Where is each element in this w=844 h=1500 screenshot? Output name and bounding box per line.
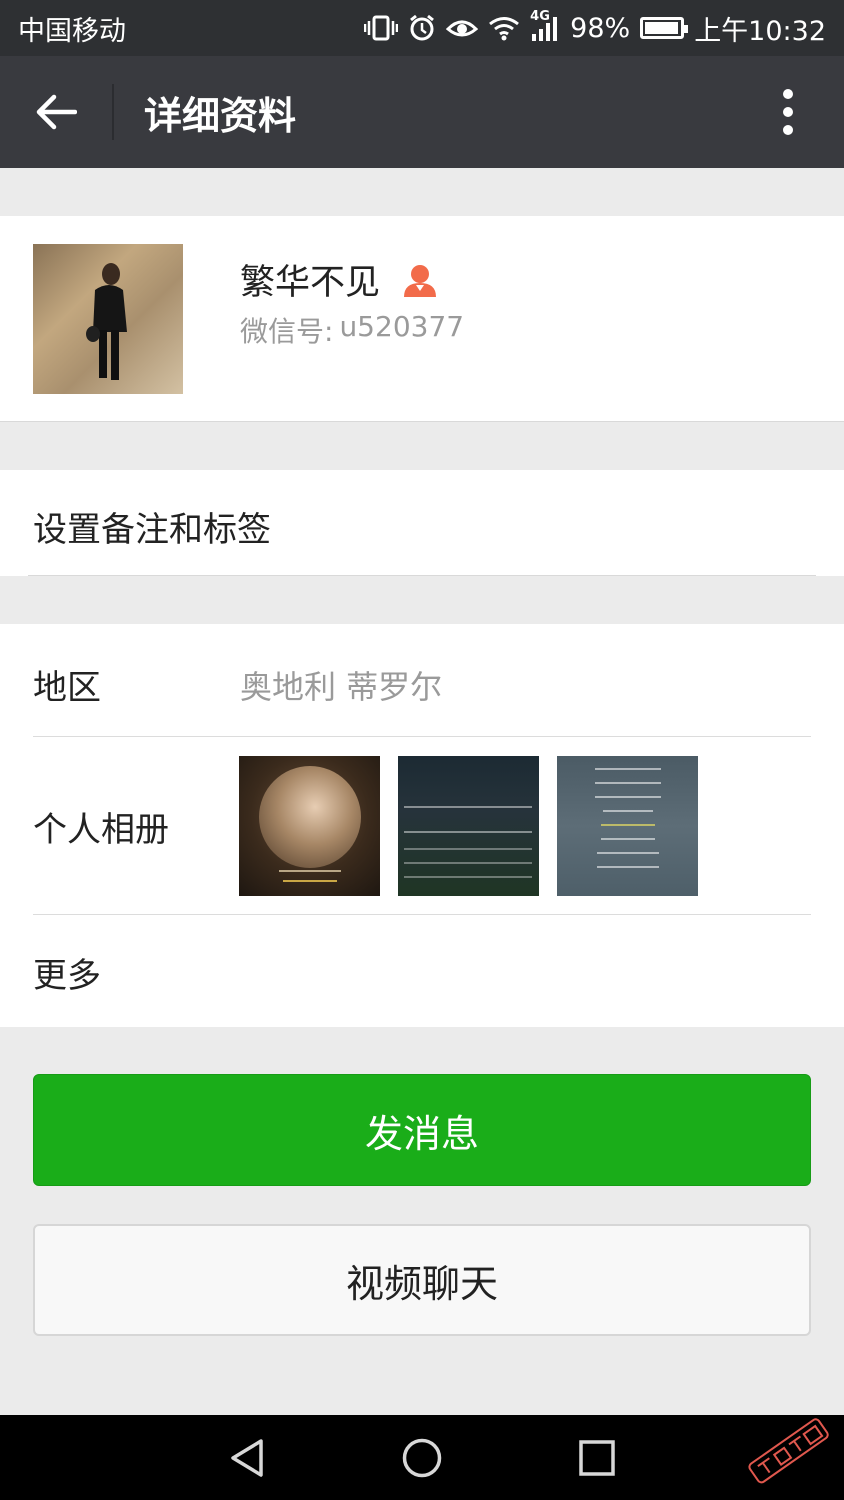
photo-text-line <box>404 831 532 833</box>
video-chat-button[interactable]: 视频聊天 <box>33 1224 811 1336</box>
wechat-id: 微信号: u520377 <box>240 310 464 350</box>
carrier-name: 中国移动 <box>18 15 126 47</box>
region-row: 地区 奥地利 蒂罗尔 <box>0 624 844 736</box>
more-row[interactable]: 更多 <box>0 914 844 1027</box>
photo-text-line <box>404 862 532 864</box>
status-icons: 4G 98% 上午10:32 <box>364 9 826 48</box>
alarm-icon <box>408 13 436 43</box>
circle-home-icon <box>402 1438 442 1477</box>
wechat-id-value: u520377 <box>339 310 465 343</box>
more-options-button[interactable] <box>732 56 844 168</box>
photo-text-line <box>603 810 653 812</box>
back-button[interactable] <box>0 56 112 168</box>
battery-icon <box>640 17 689 39</box>
details-list: 地区 奥地利 蒂罗尔 个人相册 更多 <box>0 624 844 1027</box>
battery-percent: 98% <box>570 12 631 44</box>
photo-text-line <box>595 796 661 798</box>
network-type: 4G <box>530 9 550 24</box>
page-title: 详细资料 <box>144 93 297 138</box>
avatar-figure <box>86 263 127 380</box>
photo-caption-line <box>279 870 341 872</box>
album-photo[interactable] <box>239 756 380 896</box>
arrow-left-icon <box>36 94 77 130</box>
more-label: 更多 <box>33 956 101 996</box>
battery-fill <box>645 22 679 34</box>
more-vertical-icon <box>783 89 793 135</box>
avatar[interactable] <box>33 244 183 394</box>
square-recent-icon <box>578 1439 615 1476</box>
signal-icon: 4G <box>530 9 560 43</box>
photo-text-line <box>595 768 661 770</box>
title-divider <box>112 84 114 140</box>
vibrate-icon <box>364 13 399 43</box>
wechat-id-label: 微信号: <box>240 315 334 348</box>
photo-text-line <box>404 806 532 808</box>
region-value: 奥地利 蒂罗尔 <box>240 668 443 706</box>
nav-recent-button[interactable] <box>567 1428 627 1488</box>
status-bar: 中国移动 4G 98% 上午10:32 <box>0 0 844 56</box>
nickname-text: 繁华不见 <box>240 263 381 303</box>
photo-caption-line <box>283 880 337 882</box>
photo-text-line <box>597 852 659 854</box>
album-photo[interactable] <box>557 756 698 896</box>
photo-text-line <box>601 824 655 826</box>
profile-card: 繁华不见 微信号: u520377 <box>0 216 844 422</box>
photo-text-line <box>597 866 659 868</box>
photo-portrait <box>259 766 361 868</box>
nav-home-button[interactable] <box>392 1428 452 1488</box>
album-label: 个人相册 <box>33 810 169 850</box>
album-row[interactable]: 个人相册 <box>0 736 844 914</box>
clock: 上午10:32 <box>694 15 826 47</box>
triangle-back-icon <box>231 1438 264 1477</box>
system-nav-bar <box>0 1415 844 1500</box>
region-label: 地区 <box>33 668 101 708</box>
watermark-logo <box>748 1418 829 1484</box>
nav-back-button[interactable] <box>217 1428 277 1488</box>
title-bar: 详细资料 <box>0 56 844 168</box>
eye-comfort-icon <box>446 13 479 43</box>
send-message-button[interactable]: 发消息 <box>33 1074 811 1186</box>
female-user-icon <box>404 264 437 297</box>
photo-text-line <box>601 838 655 840</box>
photo-text-line <box>595 782 661 784</box>
set-remark-label: 设置备注和标签 <box>33 510 271 550</box>
divider <box>28 575 816 576</box>
photo-text-line <box>404 848 532 850</box>
photo-text-line <box>404 876 532 878</box>
album-thumbnails <box>239 756 698 896</box>
nickname: 繁华不见 <box>240 254 438 305</box>
album-photo[interactable] <box>398 756 539 896</box>
wifi-icon <box>488 13 520 43</box>
set-remark-row[interactable]: 设置备注和标签 <box>0 470 844 576</box>
